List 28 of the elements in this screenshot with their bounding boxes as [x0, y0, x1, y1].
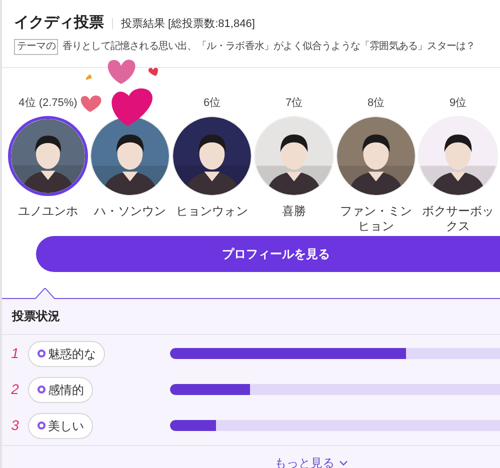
more-link[interactable]: もっと見る — [274, 454, 348, 468]
poll-result-count: 投票結果 [総投票数:81,846] — [121, 17, 255, 32]
chevron-down-icon — [338, 460, 348, 466]
ring-icon — [37, 385, 46, 394]
candidate-name: ユノユンホ — [17, 204, 79, 220]
section-title: 投票状況 — [12, 308, 60, 325]
candidate-name: ハ・ソンウン — [94, 204, 166, 220]
theme-tag: テーマの — [14, 38, 58, 54]
rank-number: 3 — [10, 416, 20, 435]
candidate-name: ファン・ミンヒョン — [340, 204, 412, 234]
rank-label: 6位 — [203, 96, 221, 112]
candidate-name: ボクサーボックス — [422, 204, 494, 234]
keyword-chip: 魅惑的な — [28, 340, 105, 366]
rank-label: 7位 — [285, 96, 303, 112]
ring-icon — [37, 421, 46, 430]
poll-title: イクディ投票 — [14, 13, 104, 33]
rank-label: 8位 — [367, 96, 385, 112]
rank-label: 4位 (2.75%) — [18, 96, 78, 112]
keyword-chip: 感情的 — [28, 376, 93, 402]
rank-number: 2 — [10, 380, 20, 399]
candidate-name: ヒョンウォン — [176, 204, 248, 220]
keyword-chip: 美しい — [28, 412, 93, 438]
ring-icon — [37, 349, 46, 358]
theme-question: 香りとして記憶される思い出、「ル・ラボ香水」がよく似合うような「雰囲気ある」スターは？ — [62, 40, 476, 54]
profile-button[interactable]: プロフィールを見る — [36, 236, 500, 272]
rank-label: 9位 — [449, 96, 467, 112]
candidate-name: 喜勝 — [281, 204, 307, 220]
rank-number: 1 — [10, 344, 20, 363]
